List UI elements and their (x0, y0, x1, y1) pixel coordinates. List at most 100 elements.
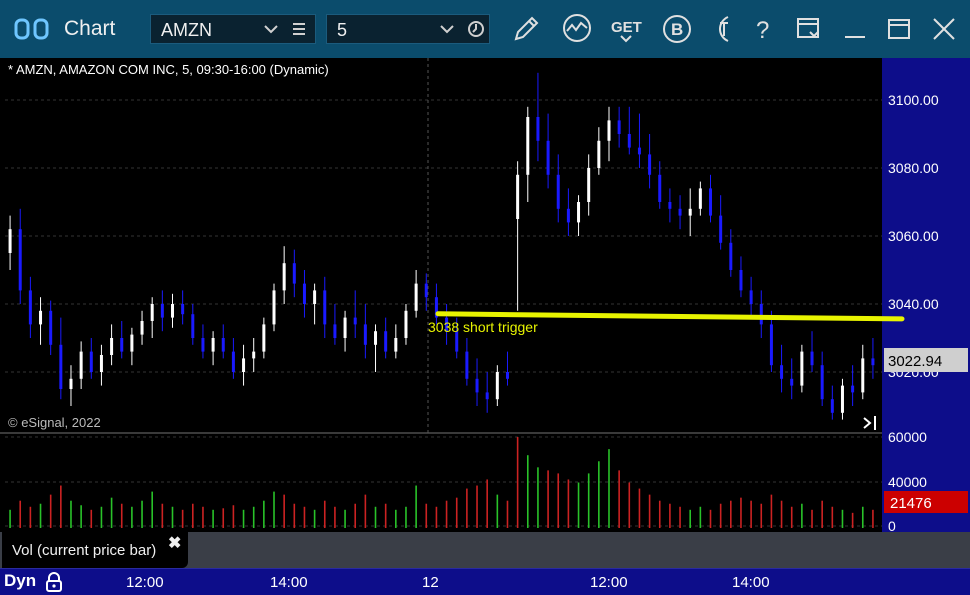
volume-bar (811, 509, 813, 528)
volume-bar (689, 509, 692, 528)
candle-body (211, 338, 215, 352)
volume-bar (547, 470, 549, 528)
candle-body (780, 365, 784, 379)
time-label: 12 (422, 574, 439, 591)
volume-bar (242, 509, 245, 528)
volume-bar (49, 494, 52, 528)
volume-bar (232, 505, 235, 528)
candle-body (292, 263, 296, 284)
volume-tick-label: 40000 (888, 474, 927, 490)
candle-body (272, 290, 276, 325)
candle-body (505, 372, 509, 379)
volume-bar (658, 500, 661, 528)
volume-bar (608, 449, 610, 528)
volume-bar (120, 503, 123, 528)
candle-body (323, 290, 327, 325)
volume-bar (405, 506, 407, 528)
candle-body (861, 358, 865, 393)
volume-bar (740, 497, 742, 528)
study-close-button[interactable]: ✖ (168, 533, 181, 553)
candle-body (120, 338, 124, 352)
volume-bar (60, 485, 62, 528)
volume-bar (181, 509, 184, 528)
volume-bar (334, 506, 336, 528)
candle-body (698, 188, 702, 209)
volume-bar (100, 506, 103, 528)
chart-header: * AMZN, AMAZON COM INC, 5, 09:30-16:00 (… (8, 62, 329, 77)
volume-bar (730, 500, 732, 528)
candle-body (800, 351, 804, 386)
candle-body (79, 351, 83, 379)
y-tick-label: 3040.00 (888, 296, 939, 312)
candle-body (252, 351, 256, 359)
volume-bar (526, 455, 529, 528)
volume-bar (841, 509, 844, 528)
volume-bar (283, 494, 285, 528)
candle-body (658, 174, 662, 202)
volume-bar (141, 500, 143, 528)
candle-body (231, 351, 235, 372)
volume-bar (39, 503, 42, 528)
candle-body (313, 290, 317, 304)
volume-bar (19, 500, 22, 528)
volume-bar (263, 500, 265, 528)
volume-bar (384, 503, 387, 528)
candle-body (526, 117, 530, 175)
time-label: 14:00 (732, 574, 770, 591)
candle-body (851, 385, 855, 393)
volume-bar (354, 503, 357, 528)
y-tick-label: 3060.00 (888, 228, 939, 244)
candle-body (719, 215, 723, 243)
candle-body (627, 134, 631, 148)
volume-bar (161, 503, 164, 528)
volume-bar (273, 491, 275, 528)
volume-bar (648, 494, 651, 528)
candle-body (475, 378, 479, 393)
candle-body (546, 140, 550, 175)
lock-icon[interactable] (43, 571, 65, 593)
volume-bar (750, 500, 752, 528)
volume-bar (9, 509, 11, 528)
volume-bar (628, 482, 631, 528)
candle-body (18, 229, 22, 291)
candle-body (577, 202, 581, 223)
volume-bar (466, 488, 468, 528)
dynamic-mode-label[interactable]: Dyn (4, 571, 36, 591)
volume-bar (202, 506, 204, 528)
candle-body (384, 331, 388, 352)
candle-body (516, 174, 520, 219)
volume-bar (587, 473, 590, 528)
candles (8, 72, 875, 420)
volume-bar (506, 500, 509, 528)
volume-bar (171, 506, 174, 528)
current-volume-label: 21476 (890, 495, 932, 512)
volume-bar (557, 473, 560, 528)
candle-body (648, 154, 652, 175)
price-chart[interactable]: 3100.003080.003060.003040.003020.0060000… (0, 0, 970, 595)
candle-body (840, 385, 844, 413)
volume-bar (110, 497, 113, 528)
candle-body (181, 304, 185, 315)
volume-bar (445, 500, 448, 528)
volume-bar (455, 497, 458, 528)
candle-body (597, 140, 601, 168)
volume-bar (364, 494, 367, 528)
time-label: 12:00 (590, 574, 628, 591)
candle-body (201, 338, 205, 352)
candle-body (607, 120, 611, 141)
candle-body (414, 283, 418, 311)
volume-bar (851, 512, 854, 528)
volume-bar (679, 506, 681, 528)
candle-body (394, 338, 398, 352)
volume-bar (395, 509, 397, 528)
candle-body (221, 338, 225, 352)
volume-bar (303, 506, 306, 528)
volume-bar (709, 509, 712, 528)
candle-body (262, 324, 266, 352)
volume-bar (760, 503, 763, 528)
candle-body (536, 117, 540, 141)
scroll-to-end-icon[interactable] (863, 416, 876, 430)
volume-bar (435, 506, 438, 528)
volume-bar (516, 437, 519, 528)
candle-body (749, 290, 753, 304)
